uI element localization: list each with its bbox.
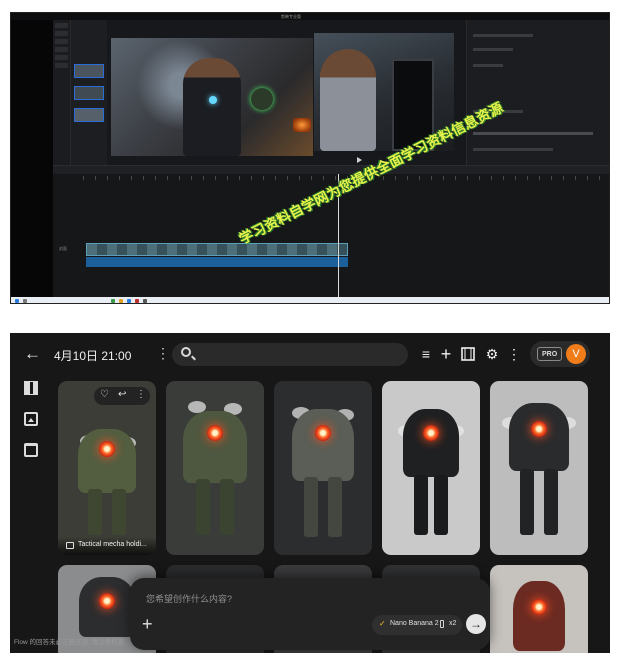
add-icon[interactable]: + xyxy=(436,343,456,365)
disclaimer-text: Flow 的回答未必正确无误, 请注意核查 xyxy=(14,639,125,646)
project-title: 4月10日 21:00 xyxy=(54,349,132,363)
reuse-icon[interactable]: ↩ xyxy=(118,389,126,400)
filter-icon[interactable]: ≡ xyxy=(416,343,436,365)
app-icon[interactable] xyxy=(143,299,147,303)
image-card[interactable]: ♡ ↩ ⋮ Tactical mecha holdi... xyxy=(58,381,156,555)
media-thumbnail[interactable] xyxy=(74,64,104,78)
output-count: x2 xyxy=(449,620,457,627)
preview-frame-main xyxy=(111,38,313,156)
image-card[interactable] xyxy=(490,565,588,653)
folder-icon[interactable] xyxy=(119,299,123,303)
more-icon[interactable]: ⋮ xyxy=(504,343,524,365)
properties-panel[interactable] xyxy=(466,20,609,175)
media-thumbnail[interactable] xyxy=(74,108,104,122)
grid-view-icon[interactable] xyxy=(24,381,38,395)
image-card[interactable] xyxy=(382,381,480,555)
app-header: ← 4月10日 21:00 ⋮ ≡ + ⚙ ⋮ PRO V xyxy=(10,333,610,377)
image-card[interactable] xyxy=(274,381,372,555)
image-card[interactable] xyxy=(490,381,588,555)
editor-left-margin xyxy=(11,20,53,303)
image-icon xyxy=(66,542,74,549)
os-taskbar xyxy=(11,297,609,303)
prompt-placeholder[interactable]: 您希望创作什么内容? xyxy=(146,592,232,605)
search-icon[interactable] xyxy=(23,299,27,303)
aspect-ratio-icon xyxy=(440,620,444,628)
add-asset-icon[interactable]: + xyxy=(142,614,153,635)
prompt-composer[interactable]: 您希望创作什么内容? + ✓ Nano Banana 2 x2 → xyxy=(130,578,490,650)
browser-icon[interactable] xyxy=(127,299,131,303)
image-icon[interactable] xyxy=(24,412,38,426)
card-actions: ♡ ↩ ⋮ xyxy=(94,387,150,405)
windows-start-icon[interactable] xyxy=(15,299,19,303)
back-arrow-icon[interactable]: ← xyxy=(24,344,41,364)
send-button[interactable]: → xyxy=(466,614,486,634)
plan-badge: PRO xyxy=(537,347,563,361)
search-icon xyxy=(181,347,191,357)
card-more-icon[interactable]: ⋮ xyxy=(136,389,146,400)
player-controls[interactable] xyxy=(261,155,461,165)
timeline-toolbar[interactable] xyxy=(53,165,609,174)
play-icon[interactable] xyxy=(357,157,362,163)
banana-icon: ✓ xyxy=(379,619,386,628)
track-label: 封面 xyxy=(59,246,67,251)
film-icon[interactable] xyxy=(458,343,478,365)
media-thumbnail[interactable] xyxy=(74,86,104,100)
app-icon[interactable] xyxy=(111,299,115,303)
card-caption: Tactical mecha holdi... xyxy=(58,537,156,555)
card-caption-text: Tactical mecha holdi... xyxy=(78,541,147,548)
add-folder-icon[interactable] xyxy=(24,443,38,457)
settings-icon[interactable]: ⚙ xyxy=(482,343,502,365)
title-more-icon[interactable]: ⋮ xyxy=(156,345,170,362)
account-chip[interactable]: PRO V xyxy=(530,341,590,367)
avatar[interactable]: V xyxy=(566,344,586,364)
editor-window-title: 剪映专业版 xyxy=(281,14,301,19)
search-bar[interactable] xyxy=(172,343,408,366)
model-selector[interactable]: ✓ Nano Banana 2 x2 xyxy=(372,615,462,635)
image-card[interactable] xyxy=(166,381,264,555)
editor-titlebar: 剪映专业版 xyxy=(11,13,609,20)
side-rail xyxy=(24,381,42,474)
model-name: Nano Banana 2 xyxy=(390,620,439,627)
media-sidebar[interactable] xyxy=(53,20,71,170)
video-editor-screenshot: 剪映专业版 封面 学习资料自学网为您提供全面学习资料信息资源 xyxy=(10,12,610,304)
media-library[interactable] xyxy=(71,20,107,170)
favorite-icon[interactable]: ♡ xyxy=(100,389,109,400)
search-input[interactable] xyxy=(198,346,398,362)
app-icon[interactable] xyxy=(135,299,139,303)
flow-app-screenshot: ← 4月10日 21:00 ⋮ ≡ + ⚙ ⋮ PRO V ♡ ↩ ⋮ Tact… xyxy=(10,333,610,653)
